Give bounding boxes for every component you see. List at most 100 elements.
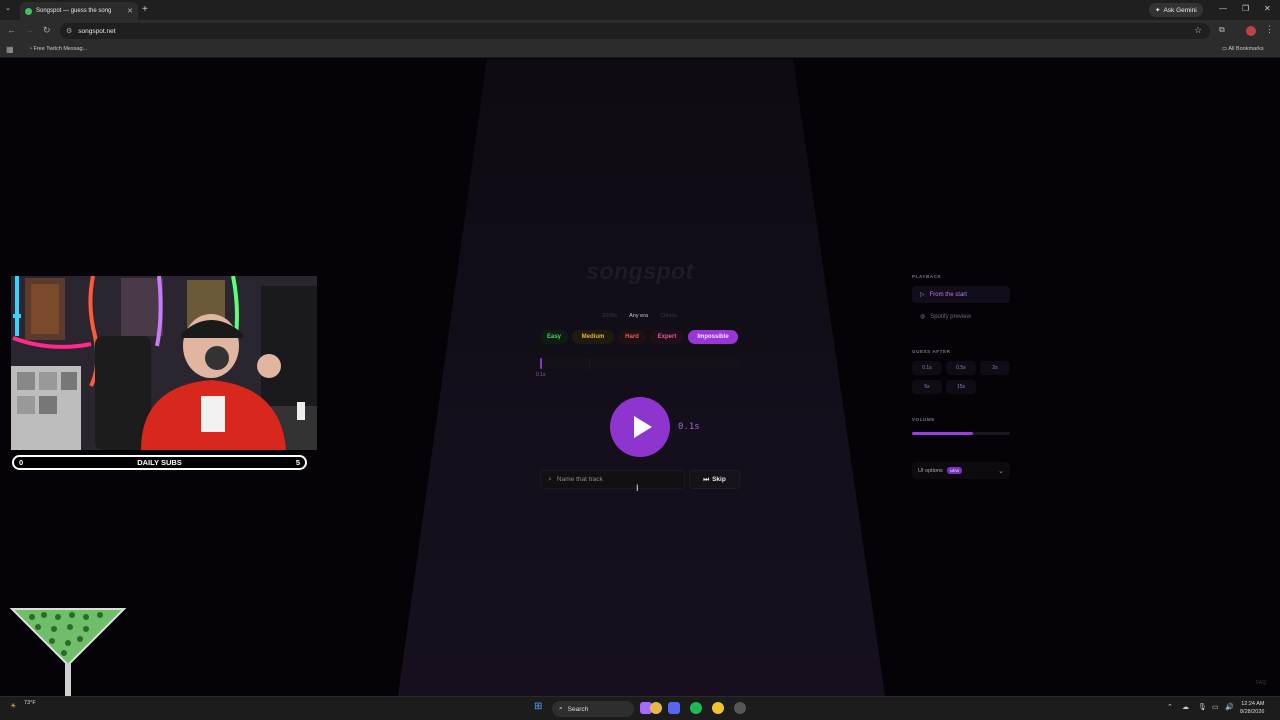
site-info-icon[interactable]: ⚙	[66, 27, 72, 35]
guess-input[interactable]	[556, 476, 667, 483]
tab-close-icon[interactable]: ✕	[127, 7, 133, 15]
spotify-icon[interactable]	[690, 702, 702, 714]
all-bookmarks-button[interactable]: ▭ All Bookmarks	[1222, 46, 1264, 52]
guess-after-0-5s[interactable]: 0.5s	[946, 361, 976, 375]
cloud-icon[interactable]: ☁	[1182, 703, 1189, 711]
playback-spotify-preview-option[interactable]: ◍ Spotify preview	[912, 308, 1010, 325]
guess-after-5s[interactable]: 5s	[912, 380, 942, 394]
volume-slider-fill	[912, 432, 973, 435]
search-icon: ⌕	[548, 475, 552, 483]
difficulty-selector: Easy Medium Hard Expert Impossible	[540, 330, 741, 344]
volume-icon[interactable]: 🔊	[1225, 703, 1234, 711]
play-icon	[633, 416, 652, 438]
weather-widget[interactable]: 73°F	[24, 700, 36, 707]
gemini-sparkle-icon: ✦	[1155, 7, 1161, 14]
tab-title: Songspot — guess the song	[36, 8, 112, 14]
playback-heading: PLAYBACK	[912, 274, 942, 279]
difficulty-medium-button[interactable]: Medium	[572, 330, 614, 344]
guess-after-15s[interactable]: 15s	[946, 380, 976, 394]
play-duration: 0.1s	[678, 422, 700, 432]
daily-subs-bar: 0 DAILY SUBS 5	[12, 455, 307, 470]
playback-from-start-option[interactable]: ▷ From the start	[912, 286, 1010, 303]
new-badge: NEW	[946, 467, 963, 474]
bookmark-star-icon[interactable]: ☆	[1194, 25, 1202, 36]
skip-icon: ⏭	[703, 475, 710, 483]
chrome-icon[interactable]	[712, 702, 724, 714]
guess-after-2s[interactable]: 2s	[980, 361, 1010, 375]
songspot-logo: songspot	[586, 258, 694, 284]
ui-options-label: UI options	[918, 467, 943, 474]
skip-label: Skip	[712, 476, 726, 483]
restore-icon[interactable]: ❐	[1242, 4, 1249, 13]
obs-icon[interactable]	[734, 702, 746, 714]
ask-gemini-button[interactable]: ✦ Ask Gemini	[1149, 3, 1203, 17]
snippet-progress-label: 0.1s	[536, 372, 546, 378]
bookmarks-bar: ▦ ▫ Free Twitch Messag... ▭ All Bookmark…	[0, 42, 1280, 58]
weather-icon: ☀	[10, 703, 17, 710]
snippet-progress-fill	[540, 358, 542, 369]
playback-option-label: From the start	[929, 291, 967, 298]
url-input[interactable]: ⚙ songspot.net	[60, 23, 1210, 39]
difficulty-easy-button[interactable]: Easy	[540, 330, 568, 344]
spotify-icon: ◍	[920, 314, 926, 320]
guess-after-heading: GUESS AFTER	[912, 349, 951, 354]
menu-icon[interactable]: ⋮	[1265, 24, 1274, 35]
songspot-favicon-icon	[25, 7, 32, 15]
tab-search-icon[interactable]: ⌄	[5, 4, 11, 12]
faq-link[interactable]: FAQ	[1256, 680, 1266, 686]
profile-avatar[interactable]	[1246, 26, 1256, 36]
address-bar-row: ← → ↻ ⚙ songspot.net ☆ ⧉ ⋮	[0, 20, 1280, 42]
guess-search-field[interactable]: ⌕	[540, 470, 685, 489]
windows-start-icon[interactable]: ⊞	[534, 701, 542, 712]
discord-icon[interactable]	[668, 702, 680, 714]
guess-after-0-1s[interactable]: 0.1s	[912, 361, 942, 375]
system-clock[interactable]: 12:24 AM 8/28/2026	[1240, 700, 1264, 716]
mic-icon[interactable]: 🎙	[1198, 703, 1207, 711]
reload-icon[interactable]: ↻	[43, 25, 51, 36]
volume-heading: VOLUME	[912, 417, 935, 422]
window-close-icon[interactable]: ✕	[1264, 4, 1271, 13]
forward-icon[interactable]: →	[25, 25, 34, 35]
all-bookmarks-label: All Bookmarks	[1228, 46, 1264, 52]
taskbar-search-label: Search	[567, 705, 589, 713]
play-button[interactable]	[610, 397, 670, 457]
weather-temp: 73°F	[24, 700, 36, 706]
text-cursor-icon: I	[636, 483, 639, 493]
tray-chevron-icon[interactable]: ⌃	[1167, 703, 1173, 711]
url-text: songspot.net	[78, 27, 116, 35]
webcam-image	[11, 276, 317, 450]
era-any[interactable]: Any era	[629, 313, 648, 319]
skip-button[interactable]: ⏭ Skip	[689, 470, 740, 489]
era-classic[interactable]: Classic	[660, 313, 678, 319]
extensions-icon[interactable]: ⧉	[1219, 25, 1225, 35]
era-2020s[interactable]: 2020s	[602, 313, 617, 319]
difficulty-impossible-button[interactable]: Impossible	[688, 330, 738, 344]
volume-slider[interactable]	[912, 432, 1010, 435]
snippet-progress-bar	[540, 358, 740, 369]
daily-subs-title: DAILY SUBS	[137, 458, 182, 467]
difficulty-hard-button[interactable]: Hard	[618, 330, 646, 344]
era-selector: 2020s Any era Classic	[540, 313, 740, 319]
taskbar-search[interactable]: ⌕ Search	[552, 701, 634, 717]
back-icon[interactable]: ←	[7, 25, 16, 35]
webcam-overlay	[11, 276, 317, 450]
network-icon[interactable]: ▭	[1212, 703, 1219, 711]
browser-tab[interactable]: Songspot — guess the song ✕	[20, 2, 138, 20]
difficulty-expert-button[interactable]: Expert	[650, 330, 684, 344]
new-tab-icon[interactable]: +	[142, 4, 148, 15]
browser-tab-bar: ⌄ Songspot — guess the song ✕ + ✦ Ask Ge…	[0, 0, 1280, 20]
daily-subs-current: 0	[19, 458, 24, 467]
clock-time: 12:24 AM	[1241, 701, 1265, 707]
playback-option-label: Spotify preview	[930, 313, 971, 320]
daily-subs-goal: 5	[295, 458, 300, 467]
bookmark-twitch[interactable]: ▫ Free Twitch Messag...	[30, 46, 87, 52]
explorer-icon[interactable]	[650, 702, 662, 714]
clock-date: 8/28/2026	[1240, 709, 1265, 715]
minimize-icon[interactable]: —	[1219, 4, 1227, 13]
chevron-down-icon: ⌄	[998, 467, 1004, 475]
snippet-progress-divider	[589, 358, 590, 369]
ask-gemini-label: Ask Gemini	[1163, 6, 1197, 14]
bookmark-label: Free Twitch Messag...	[33, 46, 88, 52]
ui-options-dropdown[interactable]: UI options NEW ⌄	[912, 462, 1010, 479]
apps-grid-icon[interactable]: ▦	[6, 45, 14, 54]
